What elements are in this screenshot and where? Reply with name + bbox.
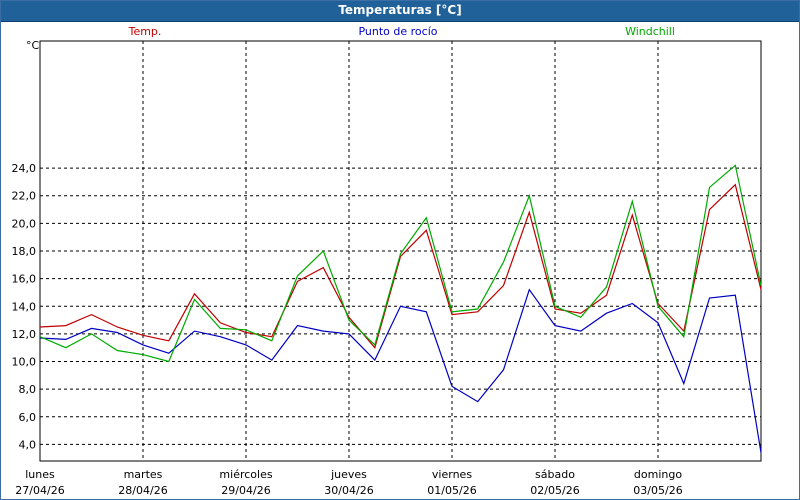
- temperature-chart: 4,0 6,0 8,0 10,0 12,0 14,0 16,0 18,0 20,0 22,0 24,…: [12, 25, 762, 497]
- legend-entry: Punto de rocío: [358, 25, 437, 38]
- legend-entry: Windchill: [625, 25, 675, 38]
- x-tick-day: domingo: [634, 468, 682, 481]
- x-tick-date: 01/05/26: [427, 484, 476, 497]
- x-tick-day: lunes: [25, 468, 55, 481]
- x-axis: lunes 27/04/26 martes 28/04/26 miércoles 29/0…: [15, 468, 682, 497]
- x-tick-date: 30/04/26: [324, 484, 373, 497]
- y-tick-label: 12,0: [12, 328, 37, 341]
- y-tick-label: 14,0: [12, 300, 37, 313]
- y-axis: 4,0 6,0 8,0 10,0 12,0 14,0 16,0 18,0 20,0 22,0 24,…: [12, 39, 40, 451]
- x-tick-day: martes: [124, 468, 163, 481]
- y-tick-label: 20,0: [12, 217, 37, 230]
- y-tick-label: 24,0: [12, 162, 37, 175]
- y-tick-label: 22,0: [12, 190, 37, 203]
- x-tick-day: jueves: [330, 468, 367, 481]
- y-tick-label: 6,0: [19, 411, 37, 424]
- x-tick-date: 02/05/26: [530, 484, 579, 497]
- legend-entry: Temp.: [128, 25, 162, 38]
- x-tick-day: miércoles: [219, 468, 272, 481]
- y-tick-label: 16,0: [12, 273, 37, 286]
- y-tick-label: 8,0: [19, 383, 37, 396]
- y-axis-unit: °C: [26, 39, 40, 52]
- y-tick-label: 18,0: [12, 245, 37, 258]
- x-tick-day: sábado: [535, 468, 575, 481]
- x-tick-date: 29/04/26: [221, 484, 270, 497]
- x-tick-date: 27/04/26: [15, 484, 64, 497]
- x-tick-date: 03/05/26: [633, 484, 682, 497]
- y-tick-label: 10,0: [12, 356, 37, 369]
- x-tick-date: 28/04/26: [118, 484, 167, 497]
- y-tick-label: 4,0: [19, 438, 37, 451]
- x-tick-day: viernes: [432, 468, 472, 481]
- legend: Temp. Punto de rocío Windchill: [128, 25, 675, 38]
